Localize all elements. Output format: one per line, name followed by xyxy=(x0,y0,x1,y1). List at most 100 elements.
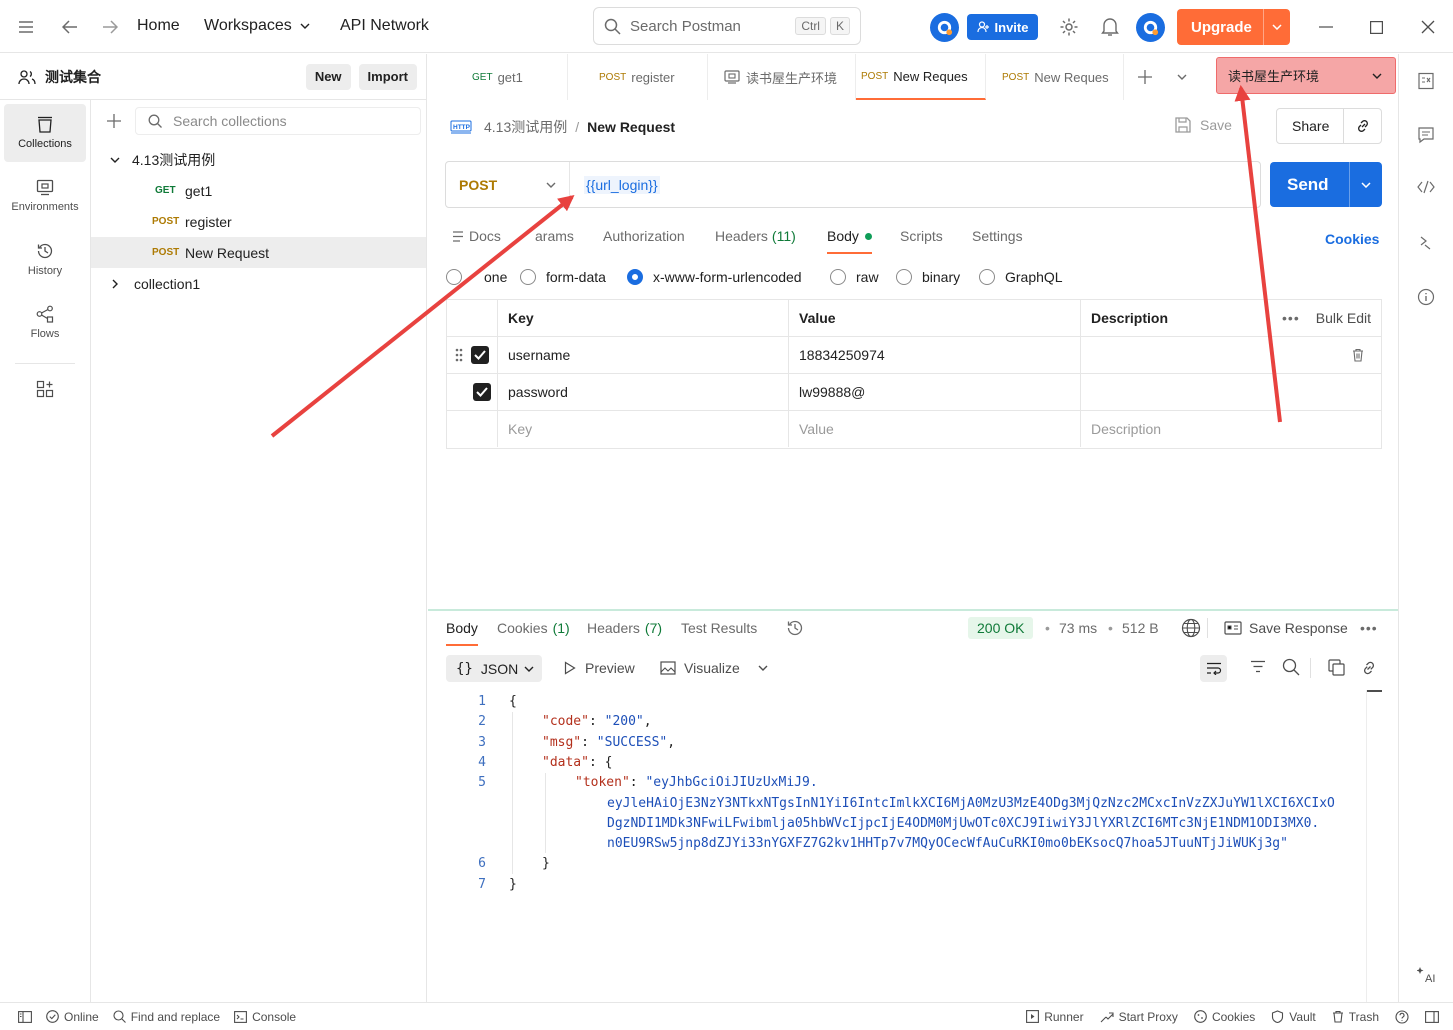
user-avatar[interactable] xyxy=(1136,13,1165,42)
tab-register[interactable]: POST register xyxy=(568,54,708,100)
tab-new-request-active[interactable]: POST New Reques xyxy=(856,54,986,100)
request-item-new-request[interactable]: POST New Request xyxy=(91,237,426,268)
nav-home[interactable]: Home xyxy=(137,17,180,35)
online-status[interactable]: Online xyxy=(46,1010,99,1024)
tab-new-request[interactable]: POST New Reques xyxy=(986,54,1124,100)
help-icon[interactable] xyxy=(1395,1009,1409,1024)
console-button[interactable]: Console xyxy=(234,1010,296,1024)
settings-gear-icon[interactable] xyxy=(1053,11,1085,43)
radio-urlencoded[interactable]: x-www-form-urlencoded xyxy=(627,269,802,285)
radio-form-data[interactable]: form-data xyxy=(520,269,606,285)
url-input[interactable]: {{url_login}} xyxy=(570,162,1260,207)
tab-headers[interactable]: Headers (11) xyxy=(715,228,796,244)
minimap-indicator[interactable] xyxy=(1367,690,1382,692)
response-divider[interactable] xyxy=(428,609,1398,611)
tab-scripts[interactable]: Scripts xyxy=(900,228,943,244)
breadcrumb-parent[interactable]: 4.13测试用例 xyxy=(484,117,567,137)
method-select[interactable]: POST xyxy=(446,162,570,207)
nav-flows[interactable]: Flows xyxy=(4,293,86,351)
send-button[interactable]: Send xyxy=(1287,175,1329,195)
upgrade-button[interactable]: Upgrade xyxy=(1177,9,1290,45)
window-minimize-icon[interactable] xyxy=(1310,11,1342,43)
layout-toggle-icon[interactable] xyxy=(1425,1010,1439,1023)
tab-get1[interactable]: GET get1 xyxy=(428,54,568,100)
trash-button[interactable]: Trash xyxy=(1332,1010,1379,1024)
tab-docs[interactable]: Docs xyxy=(452,228,501,244)
upgrade-dropdown[interactable] xyxy=(1263,9,1290,45)
workspace-name[interactable]: 测试集合 xyxy=(45,67,101,87)
add-tab-button[interactable] xyxy=(1124,54,1166,100)
collection-item-4-13[interactable]: 4.13测试用例 xyxy=(91,144,426,175)
radio-binary[interactable]: binary xyxy=(896,269,960,285)
cell-key[interactable]: username xyxy=(498,337,789,373)
tab-environment[interactable]: 读书屋生产环境 xyxy=(708,54,856,100)
nav-history[interactable]: History xyxy=(4,230,86,288)
related-collections-icon[interactable] xyxy=(1417,234,1435,252)
collection-item-collection1[interactable]: collection1 xyxy=(91,268,426,299)
cell-value[interactable]: 18834250974 xyxy=(789,337,1081,373)
tab-params[interactable]: arams xyxy=(535,228,574,244)
placeholder-value[interactable]: Value xyxy=(789,411,1081,447)
cookies-button[interactable]: Cookies xyxy=(1194,1010,1255,1024)
global-search[interactable]: Search Postman Ctrl K xyxy=(593,7,861,45)
radio-none[interactable]: one xyxy=(446,269,507,285)
request-title[interactable]: New Request xyxy=(587,119,675,135)
drag-handle-icon[interactable] xyxy=(455,348,463,362)
response-tab-body[interactable]: Body xyxy=(446,620,478,646)
request-item-get1[interactable]: GET get1 xyxy=(91,175,426,206)
cell-key[interactable]: password xyxy=(498,374,789,410)
tab-body[interactable]: Body xyxy=(827,228,872,254)
cell-description[interactable] xyxy=(1081,337,1381,373)
network-globe-icon[interactable] xyxy=(1181,618,1201,638)
nav-workspaces[interactable]: Workspaces xyxy=(204,17,310,35)
scrollbar-track[interactable] xyxy=(1366,690,1367,1002)
delete-trash-icon[interactable] xyxy=(1352,348,1364,362)
import-button[interactable]: Import xyxy=(358,63,417,90)
filter-icon[interactable] xyxy=(1250,660,1266,673)
info-icon[interactable] xyxy=(1417,288,1435,306)
save-response-button[interactable]: Save Response xyxy=(1224,620,1348,636)
more-options-icon[interactable]: ••• xyxy=(1282,310,1300,326)
row-checkbox[interactable] xyxy=(471,346,489,364)
comments-icon[interactable] xyxy=(1417,126,1435,144)
runner-button[interactable]: Runner xyxy=(1026,1010,1084,1024)
preview-button[interactable]: Preview xyxy=(564,660,635,676)
bulk-edit-button[interactable]: Bulk Edit xyxy=(1316,310,1371,326)
tab-settings[interactable]: Settings xyxy=(972,228,1023,244)
collections-search-input[interactable]: Search collections xyxy=(135,107,421,135)
forward-arrow-icon[interactable] xyxy=(94,11,126,43)
row-checkbox[interactable] xyxy=(473,383,491,401)
back-arrow-icon[interactable] xyxy=(54,11,86,43)
status-badge[interactable]: 200 OK xyxy=(968,617,1034,639)
window-close-icon[interactable] xyxy=(1412,11,1444,43)
cookies-link[interactable]: Cookies xyxy=(1325,231,1379,247)
start-proxy-button[interactable]: Start Proxy xyxy=(1100,1010,1178,1024)
tab-authorization[interactable]: Authorization xyxy=(603,228,685,244)
placeholder-description[interactable]: Description xyxy=(1081,411,1381,447)
response-more-options-icon[interactable]: ••• xyxy=(1360,620,1378,636)
sync-avatar-icon[interactable] xyxy=(930,13,959,42)
api-spec-icon[interactable] xyxy=(1417,72,1435,90)
share-button[interactable]: Share xyxy=(1292,118,1329,134)
code-icon[interactable] xyxy=(1417,180,1435,194)
invite-button[interactable]: Invite xyxy=(967,14,1038,40)
notification-bell-icon[interactable] xyxy=(1094,11,1126,43)
visualize-dropdown[interactable] xyxy=(758,665,768,671)
nav-more-apps[interactable] xyxy=(4,369,86,409)
response-tab-cookies[interactable]: Cookies (1) xyxy=(497,620,570,636)
copy-icon[interactable] xyxy=(1328,659,1345,676)
toggle-sidebar-icon[interactable] xyxy=(18,1010,32,1023)
ai-assistant-icon[interactable]: AI xyxy=(1417,966,1437,984)
add-collection-icon[interactable] xyxy=(107,114,121,128)
response-tab-test-results[interactable]: Test Results xyxy=(681,620,757,636)
menu-icon[interactable] xyxy=(10,11,42,43)
format-select[interactable]: {} JSON xyxy=(446,655,542,682)
wrap-lines-button[interactable] xyxy=(1200,655,1227,682)
response-size[interactable]: 512 B xyxy=(1122,620,1159,636)
find-replace-button[interactable]: Find and replace xyxy=(113,1010,220,1024)
cell-description[interactable] xyxy=(1081,374,1381,410)
nav-collections[interactable]: Collections xyxy=(4,104,86,162)
cell-value[interactable]: lw99888@ xyxy=(789,374,1081,410)
response-code-viewer[interactable]: 1 { 2 "code": "200", 3 "msg": "SUCCESS",… xyxy=(446,690,1366,1002)
vault-button[interactable]: Vault xyxy=(1271,1010,1316,1024)
